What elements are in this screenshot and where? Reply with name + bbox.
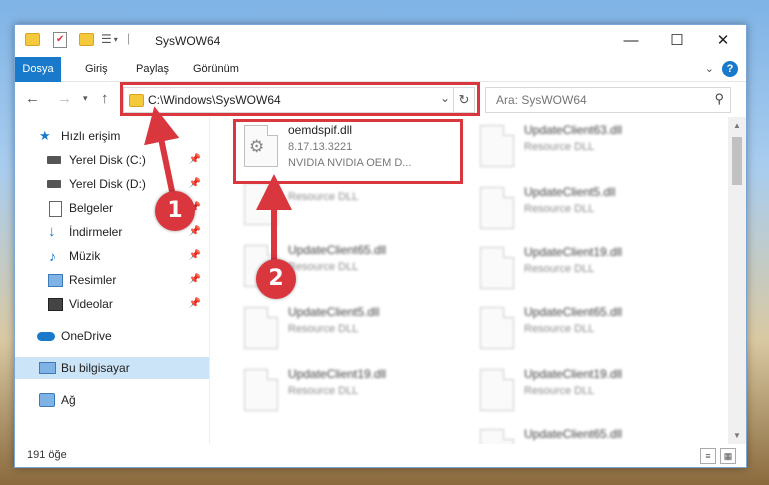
cloud-icon [37,332,55,341]
quick-access-toolbar [25,33,40,46]
star-icon: ★ [39,128,51,143]
dll-file-icon [480,307,514,349]
address-highlight-box [120,82,480,116]
music-icon: ♪ [49,248,56,264]
vertical-scrollbar[interactable]: ▲ ▼ [728,117,746,444]
customize-toolbar-icon[interactable]: ☰ ▾ [101,32,118,46]
forward-icon[interactable]: → [57,90,72,107]
pin-icon[interactable]: 📌 [189,221,201,243]
navigation-pane: ★ Hızlı erişim Yerel Disk (C:) 📌 Yerel D… [15,117,210,444]
documents-icon [49,201,62,217]
dll-file-icon [244,183,278,225]
scroll-up-icon[interactable]: ▲ [728,121,746,130]
tab-view[interactable]: Görünüm [183,57,249,81]
sidebar-item-local-disk-c[interactable]: Yerel Disk (C:) 📌 [15,149,209,171]
pin-icon[interactable]: 📌 [189,149,201,171]
dll-file-icon [480,187,514,229]
sidebar-item-onedrive[interactable]: OneDrive [15,325,209,347]
expand-ribbon-icon[interactable]: ⌄ [705,62,714,75]
callout-badge-1: 1 [155,191,195,231]
minimize-button[interactable]: — [608,25,654,57]
sidebar-item-this-pc[interactable]: Bu bilgisayar [15,357,209,379]
pictures-icon [48,274,63,287]
videos-icon [48,298,63,311]
file-highlight-box [233,119,463,184]
computer-icon [39,362,56,374]
pin-icon[interactable]: 📌 [189,245,201,267]
dll-file-icon [480,429,514,444]
search-icon[interactable]: ⚲ [714,91,724,107]
drive-icon [47,156,61,164]
folder-icon [25,33,40,46]
sidebar-item-music[interactable]: ♪ Müzik 📌 [15,245,209,267]
tab-share[interactable]: Paylaş [126,57,179,81]
sidebar-item-quick-access[interactable]: ★ Hızlı erişim [15,125,209,147]
pin-icon[interactable]: 📌 [189,173,201,195]
maximize-button[interactable]: ☐ [654,25,700,57]
file-item[interactable]: Resource DLL [238,177,468,235]
search-box[interactable]: ⚲ [485,87,731,113]
download-icon: ↓ [48,223,56,240]
file-item[interactable]: UpdateClient19.dll Resource DLL [474,363,704,421]
sidebar-item-videos[interactable]: Videolar 📌 [15,293,209,315]
title-bar: ✔ ☰ ▾ | SysWOW64 — ☐ ✕ [15,25,746,57]
pin-icon[interactable]: 📌 [189,293,201,315]
file-item[interactable]: UpdateClient65.dll [474,423,704,444]
drive-icon [47,180,61,188]
status-bar: 191 öğe ≡ ▦ [15,444,746,467]
callout-badge-2: 2 [256,259,296,299]
title-separator: | [127,31,131,45]
new-folder-icon[interactable] [79,33,94,46]
properties-icon[interactable]: ✔ [53,32,67,48]
tab-home[interactable]: Giriş [75,57,118,81]
close-button[interactable]: ✕ [700,25,746,57]
dll-file-icon [480,125,514,167]
pin-icon[interactable]: 📌 [189,269,201,291]
network-icon [39,393,55,407]
up-icon[interactable]: ↑ [101,90,109,107]
recent-locations-icon[interactable]: ▾ [83,93,88,104]
item-count: 191 öğe [27,449,67,461]
dll-file-icon [480,369,514,411]
sidebar-item-network[interactable]: Ağ [15,389,209,411]
dll-file-icon [244,369,278,411]
tiles-view-icon[interactable]: ▦ [720,448,736,464]
dll-file-icon [244,307,278,349]
file-item[interactable]: UpdateClient19.dll Resource DLL [474,241,704,299]
ribbon-tabs: Dosya Giriş Paylaş Görünüm ⌄ ? [15,57,746,115]
dll-file-icon [480,247,514,289]
file-item[interactable]: UpdateClient65.dll Resource DLL [474,301,704,359]
sidebar-item-pictures[interactable]: Resimler 📌 [15,269,209,291]
window-title: SysWOW64 [155,34,221,48]
help-icon[interactable]: ? [722,61,738,77]
details-view-icon[interactable]: ≡ [700,448,716,464]
scroll-down-icon[interactable]: ▼ [728,431,746,440]
scroll-thumb[interactable] [732,137,742,185]
file-item[interactable]: UpdateClient63.dll Resource DLL [474,119,704,177]
file-item[interactable]: UpdateClient5.dll Resource DLL [474,181,704,239]
back-icon[interactable]: ← [25,90,40,107]
search-input[interactable] [494,92,698,108]
file-item[interactable]: UpdateClient19.dll Resource DLL [238,363,468,421]
file-item[interactable]: UpdateClient5.dll Resource DLL [238,301,468,359]
